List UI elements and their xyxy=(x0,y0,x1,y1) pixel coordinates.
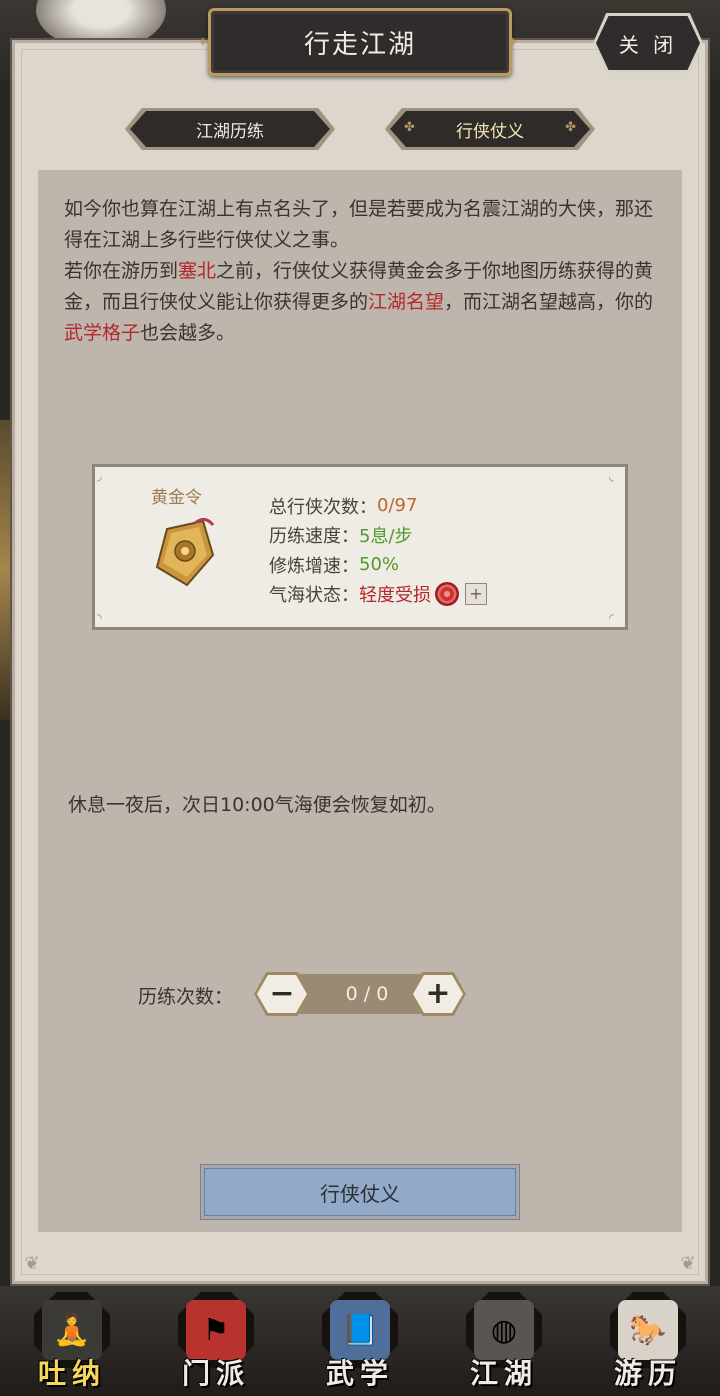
nav-label: 吐纳 xyxy=(37,1357,106,1390)
token-label: 黄金令 xyxy=(151,488,202,508)
corner-ornament-icon: ❦ xyxy=(680,1253,696,1274)
desc-text: 若你在游历到 xyxy=(64,260,179,282)
stat-label: 修炼增速： xyxy=(269,555,359,577)
status-stats: 总行侠次数： 0/97 历练速度： 5息/步 修炼增速： 50% 气海状态： 轻… xyxy=(269,491,487,609)
bottom-navigation: 🧘 吐纳 ⚑ 门派 📘 武学 ◍ 江湖 🐎 游历 xyxy=(0,1286,720,1396)
gold-token-icon[interactable] xyxy=(147,515,223,591)
corner-ornament-icon: ◝ xyxy=(97,611,102,625)
stat-value: 5息/步 xyxy=(359,526,413,548)
nav-label: 武学 xyxy=(325,1357,394,1390)
nav-item-jianghu[interactable]: ◍ 江湖 xyxy=(444,1292,564,1392)
nav-label: 游历 xyxy=(613,1357,682,1390)
corner-ornament-icon: ◜ xyxy=(609,611,614,625)
tab-ornament-icon: ✤ xyxy=(404,120,415,135)
nav-label: 江湖 xyxy=(469,1357,538,1390)
content-area: 如今你也算在江湖上有点名头了，但是若要成为名震江湖的大侠，那还得在江湖上多行些行… xyxy=(38,170,682,1232)
tab-label: 江湖历练 xyxy=(196,121,264,142)
bamboo-hat-icon: ◍ xyxy=(474,1300,534,1360)
corner-ornament-icon: ◟ xyxy=(609,469,614,483)
stat-cultivation-boost: 修炼增速： 50% xyxy=(269,550,487,580)
title-ornament-icon: ✦ xyxy=(197,35,211,51)
desc-text: 也会越多。 xyxy=(140,322,236,344)
tab-jianghu-training[interactable]: 江湖历练 xyxy=(130,111,330,147)
corner-ornament-icon: ❦ xyxy=(24,1253,40,1274)
sect-banner-icon: ⚑ xyxy=(186,1300,246,1360)
chivalry-action-button[interactable]: 行侠仗义 xyxy=(204,1168,516,1216)
dialog-title: 行走江湖 xyxy=(303,29,416,60)
nav-item-sect[interactable]: ⚑ 门派 xyxy=(156,1292,276,1392)
tab-label: 行侠仗义 xyxy=(456,121,524,142)
description-paragraph-1: 如今你也算在江湖上有点名头了，但是若要成为名震江湖的大侠，那还得在江湖上多行些行… xyxy=(64,198,654,251)
stepper-label: 历练次数： xyxy=(138,986,234,1008)
rest-note: 休息一夜后，次日10:00气海便会恢复如初。 xyxy=(68,794,446,816)
qi-status-icon[interactable] xyxy=(435,582,459,607)
stat-label: 气海状态： xyxy=(269,585,359,607)
stat-value: 轻度受损 xyxy=(359,585,431,607)
highlight-skill-slots: 武学格子 xyxy=(64,322,141,344)
stat-label: 总行侠次数： xyxy=(269,496,377,518)
status-card: ◞ ◟ ◝ ◜ 黄金令 总行侠次数： 0/97 历练速度： 5息/步 修炼增速：… xyxy=(92,464,628,630)
stat-qi-status: 气海状态： 轻度受损 + xyxy=(269,580,487,610)
stat-value: 0/97 xyxy=(377,495,418,517)
dialog-title-plate: ✦ 行走江湖 ✦ xyxy=(197,8,519,76)
title-ornament-icon: ✦ xyxy=(507,35,521,51)
desc-text: ，而江湖名望越高，你的 xyxy=(444,291,654,313)
count-value: 0 / 0 xyxy=(345,983,389,1005)
tab-chivalry[interactable]: ✤ 行侠仗义 ✤ xyxy=(390,111,590,147)
close-button[interactable]: 关 闭 xyxy=(596,16,700,70)
tab-ornament-icon: ✤ xyxy=(565,120,576,135)
nav-item-travel[interactable]: 🐎 游历 xyxy=(588,1292,708,1392)
nav-item-martial-arts[interactable]: 📘 武学 xyxy=(300,1292,420,1392)
nav-item-meditation[interactable]: 🧘 吐纳 xyxy=(12,1292,132,1392)
horse-icon: 🐎 xyxy=(618,1300,678,1360)
highlight-region-name: 塞北 xyxy=(178,260,217,282)
nav-label: 门派 xyxy=(181,1357,250,1390)
martial-book-icon: 📘 xyxy=(330,1300,390,1360)
stat-total-chivalry: 总行侠次数： 0/97 xyxy=(269,491,487,521)
description-paragraph-2: 若你在游历到塞北之前，行侠仗义获得黄金会多于你地图历练获得的黄金，而且行侠仗义能… xyxy=(64,256,664,349)
restore-qi-plus-icon[interactable]: + xyxy=(465,583,487,606)
highlight-reputation: 江湖名望 xyxy=(368,291,445,313)
corner-ornament-icon: ◞ xyxy=(97,469,102,483)
meditation-icon: 🧘 xyxy=(42,1300,102,1360)
stat-training-speed: 历练速度： 5息/步 xyxy=(269,521,487,551)
description-text: 如今你也算在江湖上有点名头了，但是若要成为名震江湖的大侠，那还得在江湖上多行些行… xyxy=(64,194,664,349)
stat-label: 历练速度： xyxy=(269,526,359,548)
stat-value: 50% xyxy=(359,554,400,576)
